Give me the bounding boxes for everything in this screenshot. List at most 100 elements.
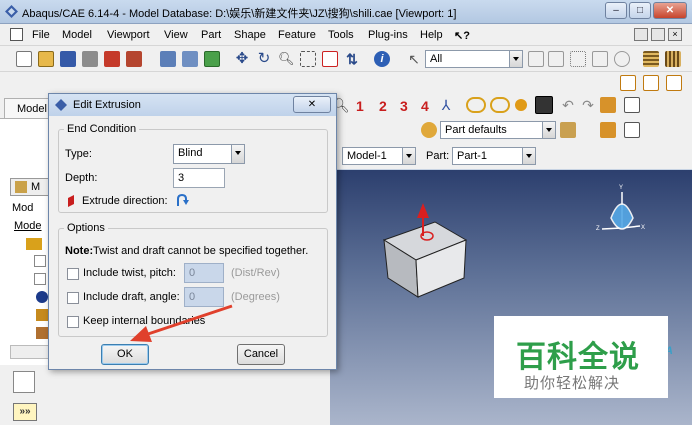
- tree-parts-icon[interactable]: [26, 238, 42, 250]
- layers-icon[interactable]: [643, 51, 659, 67]
- menu-context-help[interactable]: ↖?: [454, 29, 470, 42]
- part-defaults-select[interactable]: Part defaults: [440, 121, 556, 139]
- side-view-icon[interactable]: [666, 75, 682, 91]
- new-file-icon[interactable]: [16, 51, 32, 67]
- set-toggle-icon[interactable]: [466, 97, 486, 113]
- menu-tools[interactable]: Tools: [328, 29, 354, 41]
- depth-label: Depth:: [65, 172, 98, 184]
- menu-shape[interactable]: Shape: [234, 29, 266, 41]
- open-folder-icon[interactable]: [38, 51, 54, 67]
- viewport-2-button[interactable]: 2: [379, 98, 387, 114]
- mdi-restore-icon[interactable]: [651, 28, 665, 41]
- query-info-icon[interactable]: i: [374, 51, 390, 67]
- render-shaded-icon[interactable]: [204, 51, 220, 67]
- auto-fit-icon[interactable]: [322, 51, 338, 67]
- lasso-icon[interactable]: [614, 51, 630, 67]
- tree-sections-icon[interactable]: [36, 309, 48, 321]
- menu-plugins[interactable]: Plug-ins: [368, 29, 408, 41]
- tab-model[interactable]: Model: [4, 98, 50, 118]
- document-menu-icon[interactable]: [10, 28, 23, 41]
- surface-toggle-icon[interactable]: [490, 97, 510, 113]
- select-from-viewport-icon[interactable]: [548, 51, 564, 67]
- viewport-3-button[interactable]: 3: [400, 98, 408, 114]
- undo-icon[interactable]: ↶: [560, 97, 576, 113]
- color-code-icon[interactable]: [421, 122, 437, 138]
- keep-internal-boundaries-checkbox[interactable]: [67, 316, 79, 328]
- select-from-list-icon[interactable]: [592, 51, 608, 67]
- message-area-icon[interactable]: [13, 371, 35, 393]
- feature-manager-icon[interactable]: [624, 97, 640, 113]
- menu-view[interactable]: View: [164, 29, 188, 41]
- flip-direction-icon[interactable]: [175, 193, 189, 207]
- selection-filter-select[interactable]: All: [425, 50, 523, 68]
- render-wireframe-icon[interactable]: [160, 51, 176, 67]
- menu-model[interactable]: Model: [62, 29, 92, 41]
- display-group-manager-icon[interactable]: [624, 122, 640, 138]
- sections-icon[interactable]: [665, 51, 681, 67]
- part-select[interactable]: Part-1: [452, 147, 536, 165]
- prompt-area: »»: [0, 365, 330, 425]
- chevron-down-icon: [509, 51, 522, 67]
- drag-shape-icon[interactable]: [570, 51, 586, 67]
- part-manager-icon[interactable]: [600, 97, 616, 113]
- box-zoom-icon[interactable]: [300, 51, 316, 67]
- render-hidden-icon[interactable]: [182, 51, 198, 67]
- selection-options-icon[interactable]: [528, 51, 544, 67]
- pan-icon[interactable]: ✥: [234, 51, 250, 67]
- redo-icon[interactable]: ↷: [580, 97, 596, 113]
- datum-point-icon[interactable]: [515, 99, 527, 111]
- tree-combo-value: M: [31, 181, 41, 193]
- cancel-button[interactable]: Cancel: [237, 344, 285, 365]
- main-toolbar: ✥ ↻ 🔍︎ ⇅ i ↖ All: [0, 46, 692, 72]
- type-label: Type:: [65, 148, 92, 160]
- cycle-views-icon[interactable]: ⇅: [344, 51, 360, 67]
- tree-materials-icon[interactable]: [36, 291, 48, 303]
- menu-help[interactable]: Help: [420, 29, 443, 41]
- type-select[interactable]: Blind: [173, 144, 245, 164]
- create-display-group-icon[interactable]: [600, 122, 616, 138]
- import-icon[interactable]: [104, 51, 120, 67]
- model-select[interactable]: Model-1: [342, 147, 416, 165]
- triad-icon[interactable]: ⅄: [438, 97, 454, 113]
- mdi-close-icon[interactable]: ×: [668, 28, 682, 41]
- include-draft-checkbox[interactable]: [67, 292, 79, 304]
- minimize-button[interactable]: –: [605, 2, 627, 19]
- tree-features-icon[interactable]: [34, 255, 46, 267]
- abaqus-app-icon: [5, 5, 18, 18]
- tree-item-models[interactable]: Mod: [12, 202, 33, 214]
- dialog-close-button[interactable]: ✕: [293, 96, 331, 113]
- maximize-button[interactable]: □: [629, 2, 651, 19]
- save-icon[interactable]: [60, 51, 76, 67]
- print-icon[interactable]: [82, 51, 98, 67]
- menu-file[interactable]: File: [32, 29, 50, 41]
- tree-profiles-icon[interactable]: [36, 327, 48, 339]
- twist-pitch-input[interactable]: 0: [184, 263, 224, 283]
- watermark-sub: 助你轻松解决: [524, 375, 621, 392]
- chevron-down-icon: [402, 148, 415, 164]
- dialog-app-icon: [55, 99, 67, 111]
- include-twist-checkbox[interactable]: [67, 268, 79, 280]
- viewport-1-button[interactable]: 1: [356, 98, 364, 114]
- iso-view-icon[interactable]: [620, 75, 636, 91]
- dialog-title-bar[interactable]: Edit Extrusion ✕: [49, 94, 336, 116]
- expand-prompt-button[interactable]: »»: [13, 403, 37, 421]
- tree-combo[interactable]: M: [10, 178, 50, 196]
- menu-viewport[interactable]: Viewport: [107, 29, 150, 41]
- select-cursor-icon[interactable]: ↖: [406, 51, 422, 67]
- depth-input[interactable]: 3: [173, 168, 225, 188]
- mdi-minimize-icon[interactable]: [634, 28, 648, 41]
- tree-item-model-1[interactable]: Mode: [14, 220, 42, 232]
- viewport-4-button[interactable]: 4: [421, 98, 429, 114]
- menu-part[interactable]: Part: [201, 29, 221, 41]
- export-icon[interactable]: [126, 51, 142, 67]
- tree-sets-icon[interactable]: [34, 273, 46, 285]
- rotate-icon[interactable]: ↻: [256, 51, 272, 67]
- zoom-icon[interactable]: 🔍︎: [278, 51, 295, 67]
- partition-icon[interactable]: [535, 96, 553, 114]
- close-button[interactable]: ✕: [653, 2, 687, 19]
- menu-feature[interactable]: Feature: [278, 29, 316, 41]
- front-view-icon[interactable]: [643, 75, 659, 91]
- part-select-value: Part-1: [457, 150, 487, 162]
- display-group-icon[interactable]: [560, 122, 576, 138]
- tree-horizontal-scrollbar[interactable]: [10, 345, 50, 359]
